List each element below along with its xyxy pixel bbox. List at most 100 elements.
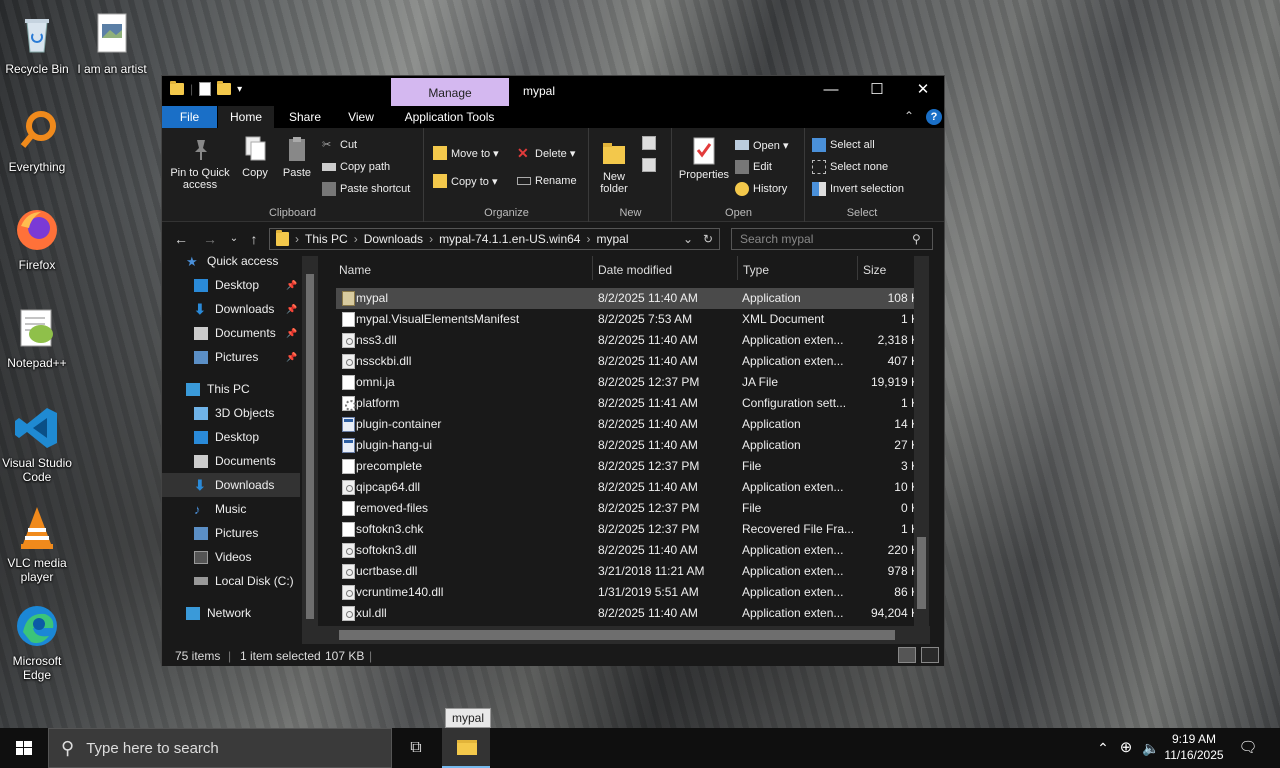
select-none-button[interactable]: Select none	[812, 158, 888, 176]
file-row[interactable]: nss3.dll 8/2/2025 11:40 AM Application ext…	[336, 330, 929, 351]
help-icon[interactable]: ?	[926, 109, 942, 125]
pin-to-quick-access-button[interactable]: Pin to Quick access	[168, 134, 232, 191]
nav-qa-downloads[interactable]: ⬇ Downloads 📌	[162, 297, 300, 321]
tab-application-tools[interactable]: Application Tools	[392, 106, 507, 128]
clock[interactable]: 9:19 AM 11/16/2025	[1164, 728, 1224, 768]
properties-button[interactable]: Properties	[677, 136, 731, 181]
open-button[interactable]: Open ▾	[735, 136, 789, 154]
nav-3d-objects[interactable]: 3D Objects	[162, 401, 300, 425]
desktop-icon-firefox[interactable]: Firefox	[0, 206, 77, 272]
show-hidden-icons-chevron-icon[interactable]: ⌃	[1094, 728, 1112, 768]
scrollbar-thumb[interactable]	[306, 274, 314, 619]
search-icon[interactable]: ⚲	[912, 232, 921, 246]
file-row[interactable]: plugin-container 8/2/2025 11:40 AM Applica…	[336, 414, 929, 435]
delete-button[interactable]: ✕ Delete ▾	[517, 144, 575, 162]
scrollbar-thumb[interactable]	[917, 537, 926, 609]
file-row[interactable]: removed-files8/2/2025 12:37 PMFile0 KB	[336, 498, 929, 519]
select-all-button[interactable]: Select all	[812, 136, 875, 154]
nav-scrollbar[interactable]	[302, 256, 318, 644]
history-button[interactable]: History	[735, 180, 787, 198]
nav-network[interactable]: Network	[162, 601, 300, 625]
nav-quick-access[interactable]: ★ Quick access	[186, 256, 318, 273]
nav-music[interactable]: ♪ Music	[162, 497, 300, 521]
file-row[interactable]: platform 8/2/2025 11:41 AM Configuration s…	[336, 393, 929, 414]
recent-locations-chevron-icon[interactable]: ⌄	[224, 229, 244, 249]
copy-path-button[interactable]: Copy path	[322, 158, 390, 176]
search-input[interactable]: Search mypal	[731, 228, 933, 250]
desktop-icon-vlc[interactable]: VLC media player	[0, 504, 77, 584]
file-row[interactable]: plugin-hang-ui 8/2/2025 11:40 AM Applicati…	[336, 435, 929, 456]
file-row[interactable]: qipcap64.dll 8/2/2025 11:40 AM Application…	[336, 477, 929, 498]
forward-button[interactable]: →	[200, 229, 220, 249]
desktop-icon-recycle-bin[interactable]: Recycle Bin	[0, 10, 77, 76]
minimize-button[interactable]: —	[808, 76, 854, 106]
large-icons-view-button[interactable]	[921, 647, 939, 663]
desktop-icon-edge[interactable]: Microsoft Edge	[0, 602, 77, 682]
file-row[interactable]: mypal 8/2/2025 11:40 AM Application 108 KB	[336, 288, 929, 309]
copy-button[interactable]: Copy	[236, 134, 274, 179]
nav-qa-pictures[interactable]: Pictures 📌	[162, 345, 300, 369]
task-view-icon[interactable]: ⧉	[396, 728, 436, 768]
maximize-button[interactable]: ☐	[854, 76, 900, 106]
file-row[interactable]: xul.dll 8/2/2025 11:40 AM Application exte…	[336, 603, 929, 624]
file-row[interactable]: softokn3.dll 8/2/2025 11:40 AM Application…	[336, 540, 929, 561]
desktop-icon-everything[interactable]: Everything	[0, 108, 77, 174]
nav-pictures[interactable]: Pictures	[162, 521, 300, 545]
taskbar-search-box[interactable]: ⚲ Type here to search	[48, 728, 392, 768]
up-button[interactable]: ↑	[244, 229, 264, 249]
nav-local-disk[interactable]: Local Disk (C:)	[162, 569, 300, 593]
tab-share[interactable]: Share	[277, 106, 333, 128]
network-globe-icon[interactable]: ⊕	[1116, 728, 1136, 768]
breadcrumb-this-pc[interactable]: This PC	[305, 232, 348, 246]
file-row[interactable]: precomplete8/2/2025 12:37 PMFile3 KB	[336, 456, 929, 477]
file-row[interactable]: omni.ja 8/2/2025 12:37 PM JA File 19,919 KB	[336, 372, 929, 393]
back-button[interactable]: ←	[171, 229, 191, 249]
file-row[interactable]: softokn3.chk 8/2/2025 12:37 PM Recovered F…	[336, 519, 929, 540]
invert-selection-button[interactable]: Invert selection	[812, 180, 904, 198]
nav-this-pc[interactable]: This PC	[162, 377, 300, 401]
volume-muted-icon[interactable]: 🔈	[1140, 728, 1162, 768]
file-row[interactable]: mypal.VisualElementsManifest 8/2/2025 7:5…	[336, 309, 929, 330]
nav-downloads[interactable]: ⬇ Downloads	[162, 473, 300, 497]
tab-file[interactable]: File	[162, 106, 217, 128]
paste-shortcut-button[interactable]: Paste shortcut	[322, 180, 410, 198]
column-header-type[interactable]: Type	[738, 256, 858, 280]
properties-icon[interactable]	[199, 82, 212, 96]
tab-home[interactable]: Home	[218, 106, 274, 128]
address-field[interactable]: › This PC › Downloads › mypal-74.1.1.en-…	[269, 228, 720, 250]
refresh-icon[interactable]: ↻	[703, 232, 713, 246]
rename-button[interactable]: Rename	[517, 172, 577, 190]
desktop-icon-image-file[interactable]: I am an artist	[72, 10, 152, 76]
cut-button[interactable]: ✂ Cut	[322, 136, 357, 154]
nav-qa-desktop[interactable]: Desktop 📌	[162, 273, 300, 297]
new-folder-icon[interactable]	[217, 81, 232, 95]
breadcrumb-downloads[interactable]: Downloads	[364, 232, 423, 246]
horizontal-scrollbar[interactable]	[317, 626, 930, 644]
nav-videos[interactable]: Videos	[162, 545, 300, 569]
copy-to-button[interactable]: Copy to ▾	[433, 172, 498, 190]
breadcrumb-mypal[interactable]: mypal	[596, 232, 628, 246]
file-list-scrollbar[interactable]	[914, 256, 929, 644]
details-view-button[interactable]	[898, 647, 916, 663]
qat-dropdown-icon[interactable]: ▾	[237, 84, 242, 95]
close-button[interactable]: ✕	[900, 76, 946, 106]
file-row[interactable]: vcruntime140.dll 1/31/2019 5:51 AM Applica…	[336, 582, 929, 603]
column-header-size[interactable]: Size	[858, 256, 913, 280]
column-header-date[interactable]: Date modified	[593, 256, 738, 280]
file-row[interactable]: nssckbi.dll 8/2/2025 11:40 AM Application …	[336, 351, 929, 372]
move-to-button[interactable]: Move to ▾	[433, 144, 499, 162]
nav-documents[interactable]: Documents	[162, 449, 300, 473]
nav-desktop[interactable]: Desktop	[162, 425, 300, 449]
nav-qa-documents[interactable]: Documents 📌	[162, 321, 300, 345]
desktop-icon-notepadpp[interactable]: Notepad++	[0, 304, 77, 370]
edit-button[interactable]: Edit	[735, 158, 772, 176]
paste-button[interactable]: Paste	[278, 134, 316, 179]
tab-manage[interactable]: Manage	[391, 78, 509, 106]
taskbar-file-explorer[interactable]	[442, 728, 490, 768]
address-dropdown-icon[interactable]: ⌄	[683, 232, 693, 246]
desktop-icon-vscode[interactable]: Visual Studio Code	[0, 404, 77, 484]
file-row[interactable]: ucrtbase.dll 3/21/2018 11:21 AM Applicatio…	[336, 561, 929, 582]
start-button[interactable]	[0, 728, 48, 768]
breadcrumb-mypal-archive[interactable]: mypal-74.1.1.en-US.win64	[439, 232, 580, 246]
easy-access-icon[interactable]	[642, 158, 656, 172]
